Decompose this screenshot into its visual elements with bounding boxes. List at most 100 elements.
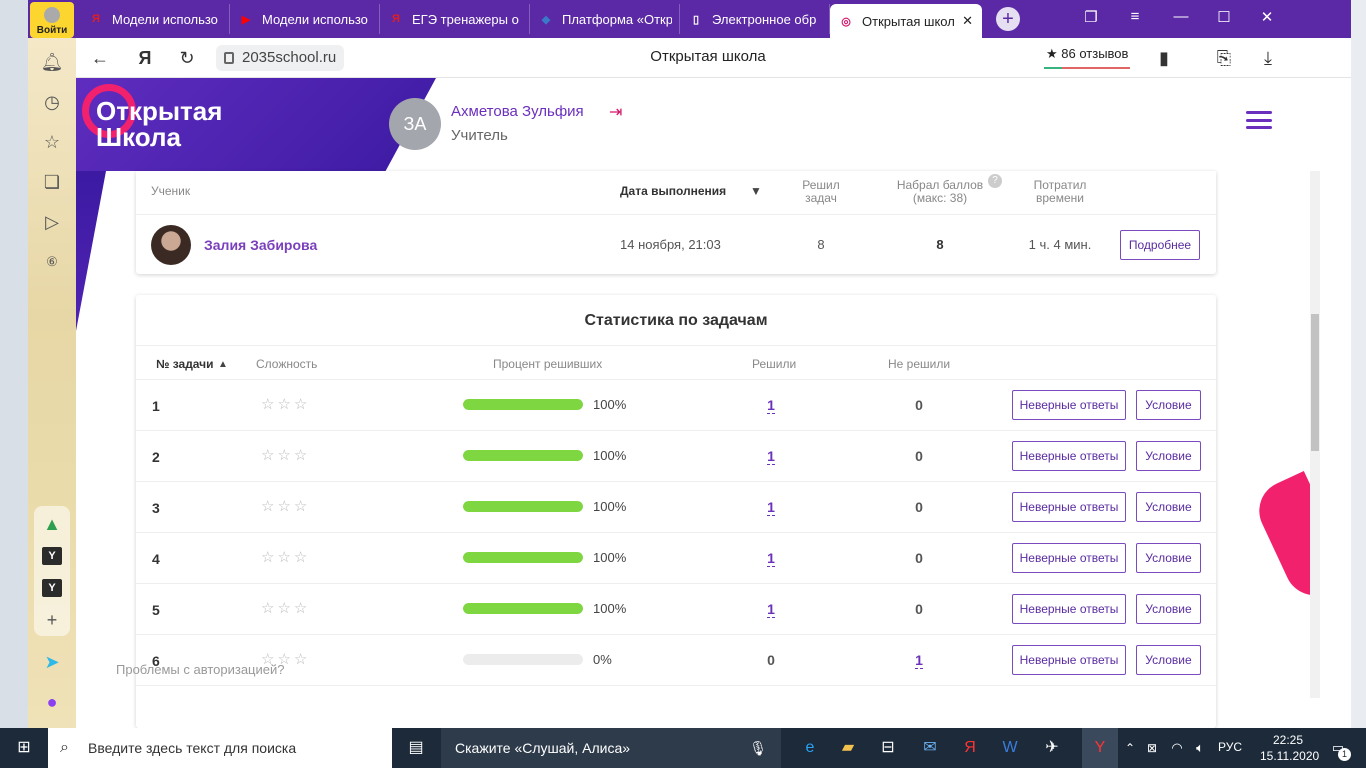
logo-line-2: Школа (96, 122, 182, 152)
browser-tab[interactable]: ▶ Модели использо (230, 4, 380, 34)
wifi-icon[interactable]: ◠ (1165, 736, 1189, 760)
notification-count: 1 (1338, 748, 1351, 761)
reviews-badge[interactable]: ★ 86 отзывов (1044, 45, 1131, 69)
bell-icon[interactable]: 🔔︎ (40, 50, 64, 74)
percent-text: 100% (593, 499, 627, 514)
add-app-icon[interactable]: + (40, 608, 64, 632)
language-indicator[interactable]: РУС (1218, 740, 1242, 754)
solved-count: 0 (767, 652, 775, 668)
maximize-icon[interactable]: ☐ (1212, 8, 1236, 26)
site-logo[interactable]: Открытая Школа (96, 98, 222, 150)
browser-tab[interactable]: ◎ Открытая школ ✕ (830, 4, 982, 38)
task-view-icon[interactable]: ▤ (404, 736, 428, 760)
yandex-taskbar-icon[interactable]: Я (958, 736, 982, 760)
alice-voice-bar[interactable]: Скажите «Слушай, Алиса» 🎙︎ (441, 728, 781, 768)
browser-window: Войти Я Модели использо ▶ Модели использо Я Е… (28, 0, 1351, 728)
store-icon[interactable]: ⊟ (876, 736, 900, 760)
solved-count[interactable]: 1 (767, 448, 775, 465)
yandex-browser-taskbar-icon[interactable]: Y (1082, 728, 1118, 768)
back-icon[interactable]: ← (88, 46, 112, 70)
word-icon[interactable]: W (998, 736, 1022, 760)
google-drive-icon[interactable]: ▲ (40, 512, 64, 536)
difficulty-stars-icon: ☆☆☆ (261, 549, 311, 566)
condition-button[interactable]: Условие (1136, 594, 1201, 624)
scrollbar-thumb[interactable] (1311, 314, 1319, 451)
auth-problems-link[interactable]: Проблемы с авторизацией? (116, 662, 285, 677)
yandex-app-icon-2[interactable]: Y (42, 579, 62, 597)
file-explorer-icon[interactable]: ▰ (836, 736, 860, 760)
unsolved-count[interactable]: 1 (915, 652, 923, 669)
browser-tab[interactable]: ◆ Платформа «Откр (530, 4, 680, 34)
help-icon[interactable]: ? (988, 174, 1002, 188)
logout-icon[interactable]: ⇥ (609, 102, 622, 122)
condition-button[interactable]: Условие (1136, 441, 1201, 471)
collections-icon[interactable]: ❏ (40, 170, 64, 194)
col-date[interactable]: Дата выполнения (620, 185, 726, 198)
table-row: 3 ☆☆☆ 100% 1 0 Неверные ответы Условие (136, 482, 1216, 533)
browser-tab[interactable]: ▯ Электронное обр (680, 4, 830, 34)
solved-count[interactable]: 1 (767, 550, 775, 567)
tray-app-icon[interactable]: ⊠ (1140, 736, 1164, 760)
condition-button[interactable]: Условие (1136, 492, 1201, 522)
col-time: Потратил времени (1033, 178, 1087, 205)
task-number: 5 (152, 602, 160, 618)
solved-count[interactable]: 1 (767, 397, 775, 414)
solved-count[interactable]: 1 (767, 601, 775, 618)
solved-count[interactable]: 1 (767, 499, 775, 516)
url-field[interactable]: 2035school.ru (216, 45, 345, 71)
download-icon[interactable]: ⤓ (1256, 46, 1280, 70)
wrong-answers-button[interactable]: Неверные ответы (1012, 645, 1126, 675)
yandex-app-icon[interactable]: Y (42, 547, 62, 565)
wrong-answers-button[interactable]: Неверные ответы (1012, 492, 1126, 522)
percent-bar (463, 603, 583, 614)
stats-card: Статистика по задачам № задачи ▲ Сложнос… (136, 295, 1216, 728)
alice-icon[interactable]: ● (40, 690, 64, 714)
browser-tab[interactable]: Я ЕГЭ тренажеры о (380, 4, 530, 34)
sort-asc-icon[interactable]: ▲ (218, 359, 228, 370)
condition-button[interactable]: Условие (1136, 543, 1201, 573)
close-tab-icon[interactable]: ✕ (962, 13, 973, 29)
reload-icon[interactable]: ↻ (175, 46, 199, 70)
microphone-icon[interactable]: 🎙︎ (749, 728, 767, 768)
wrong-answers-button[interactable]: Неверные ответы (1012, 543, 1126, 573)
wrong-answers-button[interactable]: Неверные ответы (1012, 594, 1126, 624)
network-tool-icon[interactable]: ✈ (1040, 736, 1064, 760)
calendar-icon[interactable]: ⑥ (40, 250, 64, 274)
wrong-answers-button[interactable]: Неверные ответы (1012, 390, 1126, 420)
avatar[interactable]: ЗА (389, 98, 441, 150)
video-icon[interactable]: ▷ (40, 210, 64, 234)
hamburger-menu-icon[interactable] (1246, 111, 1272, 129)
windows-start-icon[interactable]: ⊞ (12, 736, 36, 760)
sort-desc-icon[interactable]: ▼ (750, 185, 762, 198)
taskbar-search-input[interactable]: ⌕ Введите здесь текст для поиска (48, 728, 392, 768)
yandex-home-icon[interactable]: Я (133, 46, 157, 70)
details-button[interactable]: Подробнее (1120, 230, 1200, 260)
volume-icon[interactable]: 🔈︎ (1188, 736, 1212, 760)
condition-button[interactable]: Условие (1136, 390, 1201, 420)
minimize-icon[interactable]: — (1169, 8, 1193, 25)
condition-button[interactable]: Условие (1136, 645, 1201, 675)
new-tab-button[interactable]: + (996, 7, 1020, 31)
wrong-answers-button[interactable]: Неверные ответы (1012, 441, 1126, 471)
col-solved: Решили (752, 357, 797, 371)
user-name[interactable]: Ахметова Зульфия (451, 103, 584, 120)
student-name[interactable]: Залия Забирова (204, 237, 317, 253)
bookmark-icon[interactable]: ▮ (1152, 46, 1176, 70)
edge-icon[interactable]: e (798, 736, 822, 760)
tray-chevron-icon[interactable]: ⌃ (1118, 736, 1142, 760)
history-icon[interactable]: ◷ (40, 90, 64, 114)
login-button[interactable]: Войти (30, 2, 74, 38)
page-scrollbar[interactable] (1310, 171, 1320, 698)
tabs-manager-icon[interactable]: ❐ (1079, 8, 1103, 26)
star-icon[interactable]: ☆ (40, 130, 64, 154)
browser-tab[interactable]: Я Модели использо (80, 4, 230, 34)
unsolved-count: 0 (915, 397, 923, 413)
messenger-icon[interactable]: ➤ (40, 650, 64, 674)
results-card: Ученик Дата выполнения ▼ Решил задач Наб… (136, 171, 1216, 274)
menu-icon[interactable]: ≡ (1123, 8, 1147, 25)
col-task-num[interactable]: № задачи (156, 357, 214, 371)
clock[interactable]: 22:25 15.11.2020 (1260, 732, 1319, 764)
close-window-icon[interactable]: ✕ (1255, 8, 1279, 26)
reader-icon[interactable]: ⎘ (1212, 46, 1236, 70)
mail-icon[interactable]: ✉ (918, 736, 942, 760)
